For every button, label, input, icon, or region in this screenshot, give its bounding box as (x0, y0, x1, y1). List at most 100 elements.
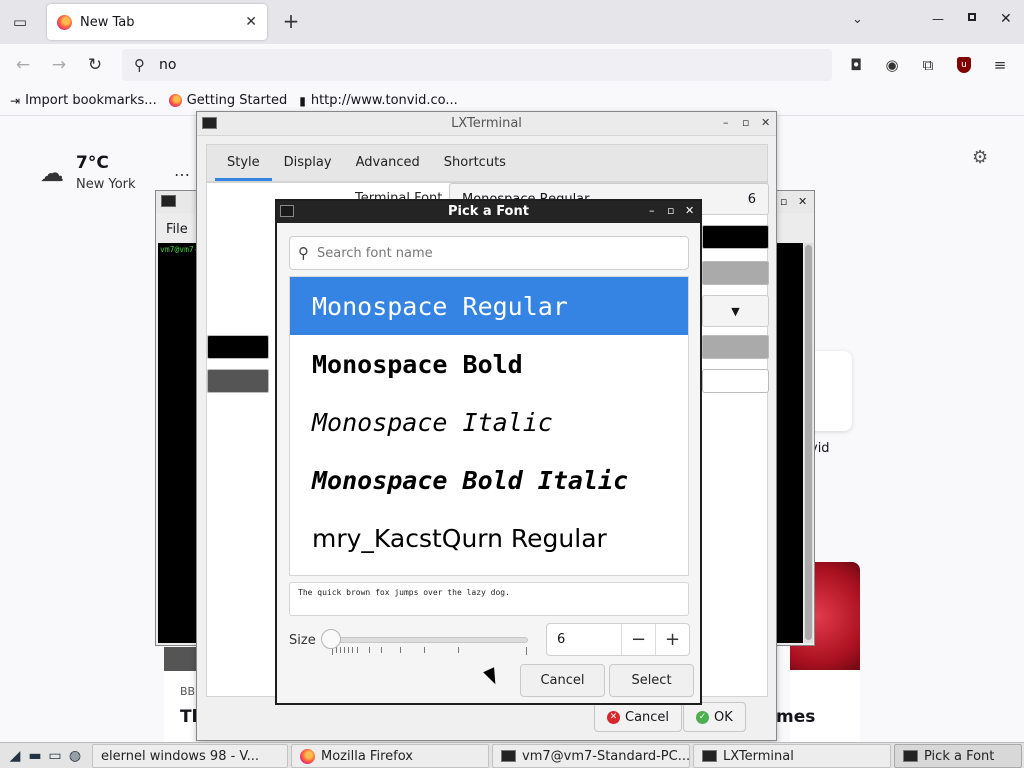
ok-button[interactable]: ✓ OK (683, 702, 746, 732)
size-spinbutton[interactable]: 6 − + (546, 623, 690, 656)
tab-display[interactable]: Display (272, 145, 344, 181)
cancel-icon: ✕ (607, 710, 620, 724)
story-title[interactable]: mes (776, 707, 815, 727)
tab-style[interactable]: Style (215, 145, 272, 181)
bookmark-label: Getting Started (186, 93, 288, 108)
clapperboard-icon: ▮ (299, 93, 306, 108)
palette-color-swatch[interactable] (207, 335, 269, 359)
tab-new-tab[interactable]: New Tab ✕ (47, 4, 267, 40)
back-button[interactable]: ← (12, 54, 34, 76)
decrease-size-button[interactable]: − (621, 624, 655, 655)
task-vm7-terminal[interactable]: vm7@vm7-Standard-PC... (492, 744, 690, 768)
story-source: BB (180, 685, 196, 698)
maximize-button[interactable]: ▫ (742, 116, 749, 129)
increase-size-button[interactable]: + (655, 624, 689, 655)
ublock-icon[interactable]: u (957, 57, 971, 73)
story-card[interactable] (790, 670, 860, 742)
more-options-icon[interactable]: … (174, 161, 191, 180)
font-list-item[interactable]: mry_KacstQurn Regular (290, 509, 688, 567)
palette-color-swatch[interactable] (702, 335, 769, 359)
size-slider-track[interactable] (331, 637, 528, 643)
terminal-icon (161, 195, 176, 207)
text-entry[interactable] (702, 369, 769, 393)
size-value[interactable]: 6 (547, 632, 621, 647)
dialog-titlebar[interactable]: Pick a Font – ▫ ✕ (277, 201, 700, 223)
weather-widget[interactable]: ☁ 7°C New York (40, 153, 136, 192)
dialog-title: Pick a Font (448, 204, 529, 219)
size-label: Size (289, 633, 316, 648)
tab-advanced[interactable]: Advanced (344, 145, 432, 181)
bookmark-getting-started[interactable]: Getting Started (168, 93, 288, 108)
font-list-item[interactable]: Monospace Regular (290, 277, 688, 335)
task-label: elernel windows 98 - V... (101, 748, 260, 764)
maximize-button[interactable]: ▫ (667, 204, 674, 217)
reload-button[interactable]: ↻ (84, 54, 106, 76)
minimize-button[interactable]: – (723, 116, 729, 129)
close-button[interactable]: ✕ (685, 204, 694, 217)
browser-launcher-icon[interactable]: ◍ (66, 747, 84, 765)
tab-list-icon[interactable]: ▭ (8, 10, 32, 34)
background-color-swatch[interactable] (702, 225, 769, 249)
chevron-down-icon[interactable]: ⌄ (852, 12, 863, 27)
task-firefox[interactable]: Mozilla Firefox (291, 744, 489, 768)
terminal-launcher-icon[interactable]: ▬ (26, 747, 44, 765)
font-preview[interactable]: The quick brown fox jumps over the lazy … (289, 582, 689, 616)
terminal-icon (501, 750, 516, 762)
size-slider-handle[interactable] (321, 629, 341, 649)
palette-color-swatch[interactable] (207, 369, 269, 393)
menu-icon[interactable]: ≡ (990, 55, 1010, 75)
extensions-icon[interactable]: ⧉ (918, 55, 938, 75)
close-window-button[interactable]: ✕ (1000, 11, 1012, 27)
font-list[interactable]: Monospace Regular Monospace Bold Monospa… (289, 276, 689, 576)
account-icon[interactable]: ◉ (882, 55, 902, 75)
font-list-item[interactable]: Monospace Bold Italic (290, 451, 688, 509)
cancel-button[interactable]: Cancel (520, 664, 605, 697)
url-bar[interactable]: ⚲ no (122, 49, 832, 81)
cancel-button[interactable]: ✕ Cancel (594, 702, 683, 732)
task-lxterminal[interactable]: LXTerminal (693, 744, 891, 768)
preferences-titlebar[interactable]: LXTerminal – ▫ ✕ (197, 112, 776, 136)
menu-file[interactable]: File (166, 222, 188, 237)
font-search-input[interactable] (317, 245, 657, 261)
font-list-item[interactable]: Monospace Bold (290, 335, 688, 393)
start-menu-icon[interactable]: ◢ (6, 747, 24, 765)
weather-city: New York (76, 177, 136, 192)
button-label: OK (714, 709, 733, 725)
bookmark-import[interactable]: ⇥ Import bookmarks... (10, 93, 157, 108)
terminal-scrollbar[interactable] (804, 243, 813, 643)
window-title: LXTerminal (451, 116, 522, 131)
bookmark-tonvid[interactable]: ▮ http://www.tonvid.co... (299, 93, 458, 108)
bookmark-label: http://www.tonvid.co... (310, 93, 458, 108)
task-label: Mozilla Firefox (321, 748, 413, 764)
file-manager-icon[interactable]: ▭ (46, 747, 64, 765)
foreground-color-swatch[interactable] (702, 261, 769, 285)
font-search-box[interactable]: ⚲ (289, 236, 689, 270)
select-button[interactable]: Select (609, 664, 694, 697)
ok-icon: ✓ (696, 710, 709, 724)
maximize-button[interactable]: ▫ (780, 195, 787, 208)
firefox-icon (168, 94, 182, 107)
tab-title: New Tab (80, 14, 135, 30)
chevron-down-icon[interactable]: ▼ (702, 295, 769, 327)
tab-shortcuts[interactable]: Shortcuts (432, 145, 518, 181)
close-button[interactable]: ✕ (761, 116, 770, 129)
close-tab-icon[interactable]: ✕ (245, 14, 257, 30)
terminal-prompt: vm7@vm7- (160, 245, 199, 254)
gear-icon[interactable]: ⚙ (972, 147, 988, 168)
forward-button[interactable]: → (48, 54, 70, 76)
task-pick-a-font[interactable]: Pick a Font (894, 744, 1022, 768)
task-windows98[interactable]: elernel windows 98 - V... (92, 744, 288, 768)
maximize-button[interactable] (968, 13, 976, 21)
taskbar: ◢ ▬ ▭ ◍ elernel windows 98 - V... Mozill… (0, 742, 1024, 768)
font-list-item[interactable]: Monospace Italic (290, 393, 688, 451)
new-tab-button[interactable]: + (280, 10, 302, 32)
pocket-icon[interactable]: ◘ (846, 55, 866, 75)
firefox-icon (57, 14, 72, 30)
minimize-button[interactable]: – (649, 204, 655, 217)
pick-a-font-dialog[interactable]: Pick a Font – ▫ ✕ ⚲ Monospace Regular Mo… (275, 199, 702, 705)
scrollbar-thumb[interactable] (805, 245, 812, 640)
size-slider-ticks (332, 647, 527, 655)
minimize-button[interactable]: — (932, 12, 944, 26)
font-size: 6 (747, 191, 756, 207)
close-button[interactable]: ✕ (798, 195, 807, 208)
